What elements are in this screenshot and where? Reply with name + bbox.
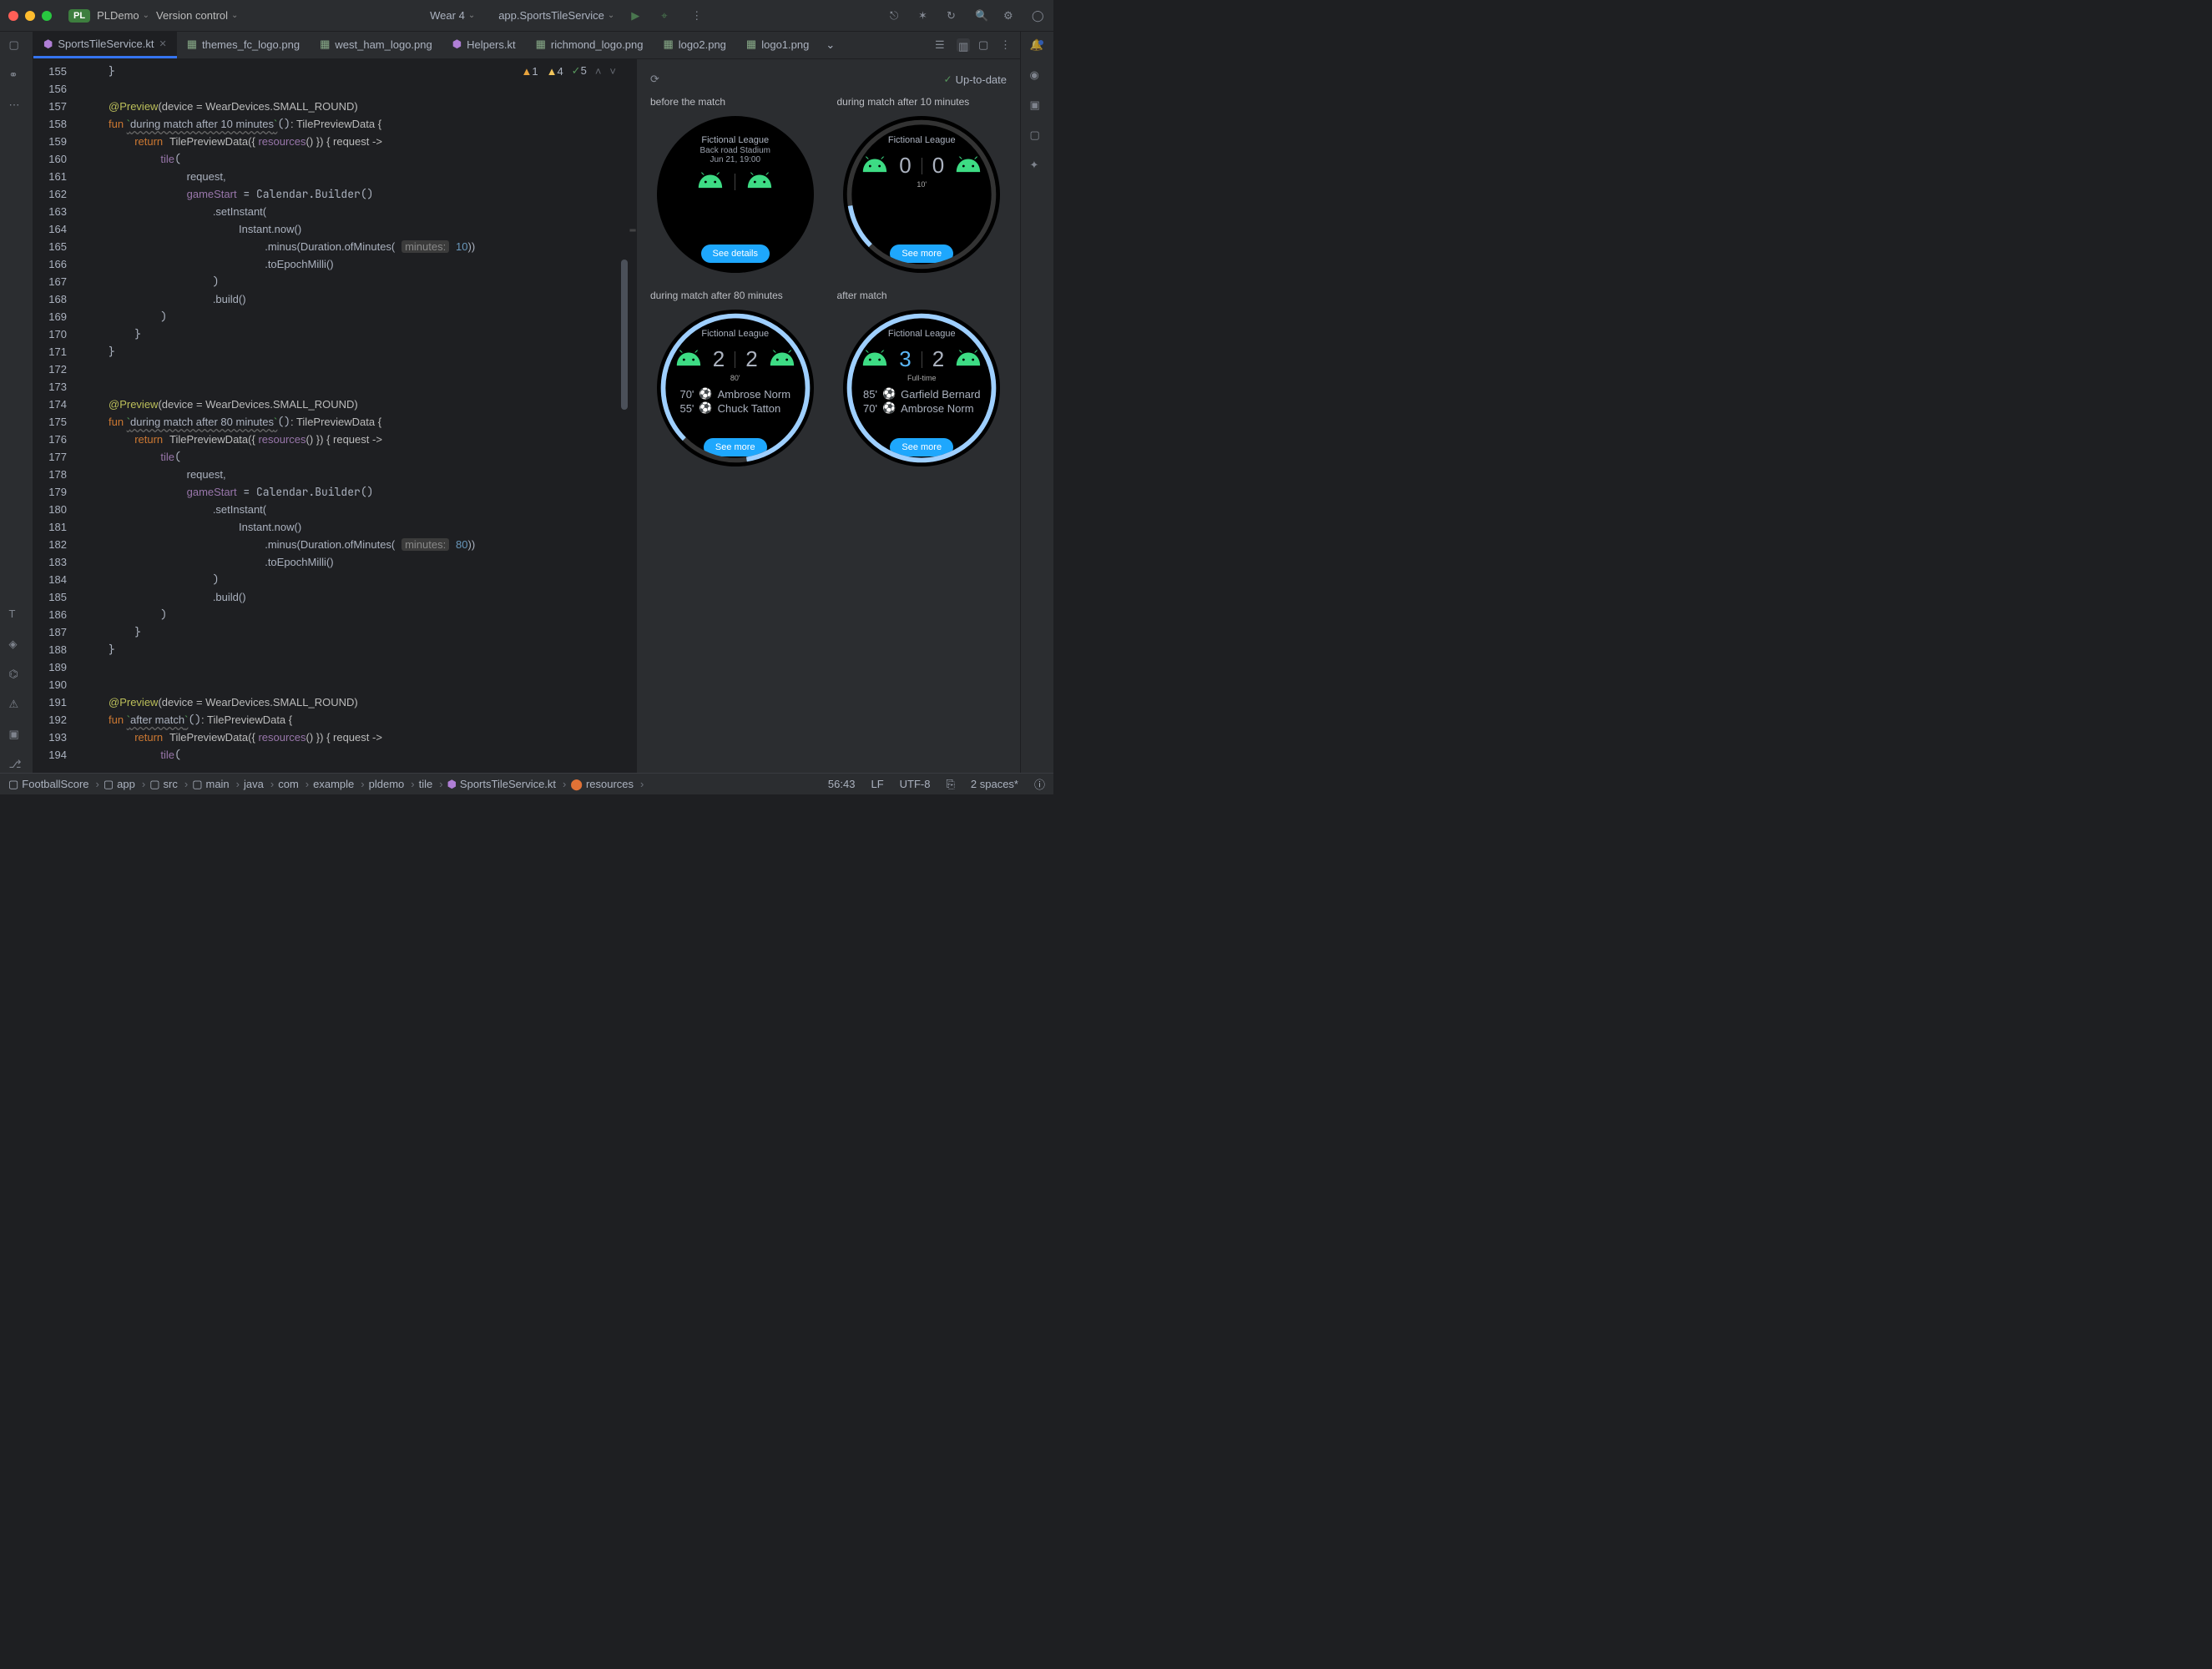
maximize-window[interactable] [42,11,52,21]
watch-preview-label: during match after 10 minutes [837,96,970,108]
breadcrumb[interactable]: java [244,778,274,790]
watch-preview[interactable]: Fictional League32Full-time85'⚽Garfield … [843,310,1000,466]
status-info-icon[interactable]: ⓘ [1034,776,1045,792]
editor-view-preview-icon[interactable]: ▢ [978,38,992,52]
caret-position[interactable]: 56:43 [828,778,856,790]
tab-richmond-logo[interactable]: ▦richmond_logo.png [526,32,654,58]
inspection-widget[interactable]: ▲1 ▲4 ✓5 ˄˅ [521,64,616,78]
emulator-tool-icon[interactable]: ▢ [1030,129,1045,144]
watch-preview-label: after match [837,290,887,301]
build-tool-icon[interactable]: T [9,608,24,623]
editor-view-list-icon[interactable]: ☰ [935,38,948,52]
editor-view-split-icon[interactable]: ▥ [957,38,970,52]
indent[interactable]: 2 spaces* [971,778,1018,790]
run-config-selector[interactable]: app.SportsTileService [498,9,614,23]
more-tool-icon[interactable]: ⋯ [9,98,24,113]
search-icon[interactable]: 🔍 [975,9,988,23]
breadcrumb[interactable]: ▢ main [192,778,240,791]
window-controls[interactable] [8,11,52,21]
title-bar: PL PLDemo Version control Wear 4 app.Spo… [0,0,1053,32]
preview-status: ✓ Up-to-date [944,73,1007,86]
code-body[interactable]: } @Preview(device = WearDevices.SMALL_RO… [75,59,629,773]
project-tool-icon[interactable]: ▢ [9,38,24,53]
breadcrumb[interactable]: pldemo [369,778,415,790]
line-gutter: 1551561571581591601611621631641651661671… [33,59,75,773]
device-manager-icon[interactable]: ▣ [1030,98,1045,113]
more-run-icon[interactable]: ⋮ [691,9,705,23]
inspect-icon[interactable]: ✶ [918,9,932,23]
watch-button[interactable]: See details [701,245,770,263]
notifications-icon[interactable]: 🔔 [1030,38,1045,53]
tab-sportstile[interactable]: ⬢SportsTileService.kt✕ [33,32,177,58]
ai-tool-icon[interactable]: ✦ [1030,159,1045,174]
device-selector[interactable]: Wear 4 [430,9,475,23]
problems-tool-icon[interactable]: ⚠ [9,698,24,713]
analyze-icon[interactable]: ⎋ [890,9,903,23]
breadcrumb[interactable]: tile [419,778,443,790]
editor-tabs: ⬢SportsTileService.kt✕ ▦themes_fc_logo.p… [33,32,1020,59]
tab-logo2[interactable]: ▦logo2.png [654,32,736,58]
vcs-dropdown[interactable]: Version control [156,9,238,22]
breadcrumb[interactable]: example [313,778,364,790]
split-handle[interactable]: ═ [629,59,636,773]
minimize-window[interactable] [25,11,35,21]
breadcrumb[interactable]: ▢ FootballScore [8,778,99,791]
git-tool-icon[interactable]: ⎇ [9,758,24,773]
logcat-tool-icon[interactable]: ⌬ [9,668,24,683]
run-icon[interactable]: ▶ [631,9,644,23]
breadcrumb[interactable]: ⬢ SportsTileService.kt [447,778,567,791]
readonly-icon[interactable]: ⎘ [946,778,954,791]
watch-preview[interactable]: Fictional League2280'70'⚽Ambrose Norm55'… [657,310,814,466]
watch-preview[interactable]: Fictional League0010'See more [843,116,1000,273]
tab-helpers[interactable]: ⬢Helpers.kt [442,32,526,58]
gradle-tool-icon[interactable]: ◉ [1030,68,1045,83]
left-toolbar: ▢ ⚭ ⋯ T ◈ ⌬ ⚠ ▣ ⎇ [0,32,33,773]
project-dropdown[interactable]: PLDemo [97,9,149,22]
encoding[interactable]: UTF-8 [900,778,931,790]
tab-westham-logo[interactable]: ▦west_ham_logo.png [310,32,442,58]
close-window[interactable] [8,11,18,21]
preview-panel: ⟳ ✓ Up-to-date before the match Fictional… [636,59,1020,773]
breadcrumb[interactable]: com [278,778,309,790]
sync-icon[interactable]: ↻ [947,9,960,23]
breadcrumb[interactable]: ⬤ resources [570,778,644,791]
close-tab-icon[interactable]: ✕ [159,38,166,49]
tab-logo1[interactable]: ▦logo1.png [736,32,819,58]
terminal-tool-icon[interactable]: ▣ [9,728,24,743]
tab-themes-logo[interactable]: ▦themes_fc_logo.png [177,32,310,58]
editor-menu-icon[interactable]: ⋮ [1000,38,1013,52]
breadcrumb[interactable]: ▢ src [149,778,188,791]
structure-tool-icon[interactable]: ⚭ [9,68,24,83]
code-editor[interactable]: ▲1 ▲4 ✓5 ˄˅ 1551561571581591601611621631… [33,59,629,773]
debug-icon[interactable]: ⌖ [661,9,674,23]
account-icon[interactable]: ◯ [1032,9,1045,23]
right-toolbar: 🔔 ◉ ▣ ▢ ✦ [1020,32,1053,773]
status-bar: ▢ FootballScore ▢ app ▢ src ▢ main java … [0,773,1053,794]
watch-preview[interactable]: Fictional LeagueBack road StadiumJun 21,… [657,116,814,273]
profiler-tool-icon[interactable]: ◈ [9,638,24,653]
watch-preview-label: during match after 80 minutes [650,290,783,301]
settings-icon[interactable]: ⚙ [1003,9,1017,23]
scrollbar[interactable] [621,260,628,410]
breadcrumb[interactable]: ▢ app [104,778,145,791]
project-badge[interactable]: PL [68,9,90,23]
preview-refresh-icon[interactable]: ⟳ [650,73,664,86]
tab-overflow-icon[interactable]: ⌄ [819,38,841,52]
line-separator[interactable]: LF [871,778,883,790]
watch-preview-label: before the match [650,96,725,108]
